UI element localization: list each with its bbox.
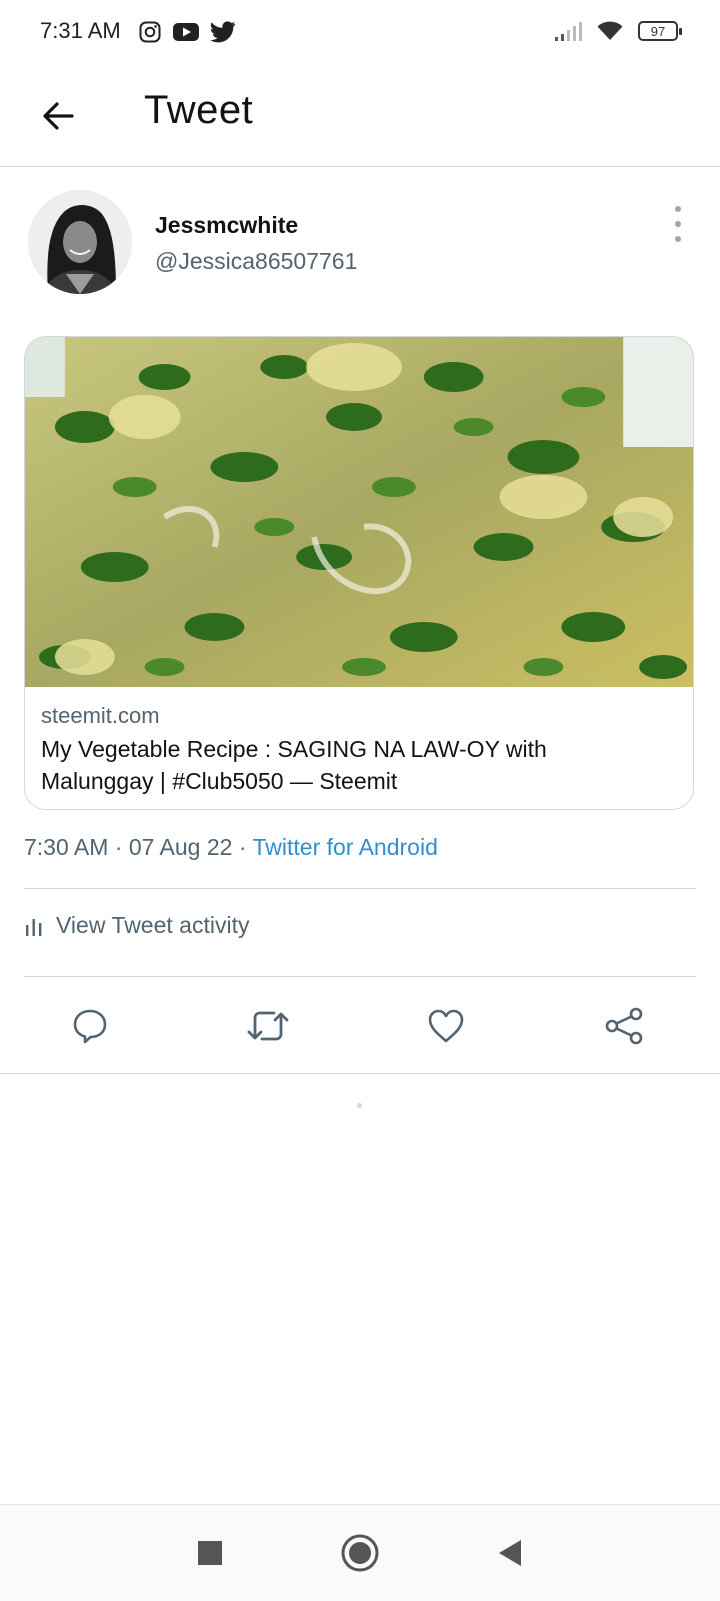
retweet-button[interactable] [242, 1000, 294, 1052]
signal-icon [555, 22, 582, 41]
meta-separator: · [114, 834, 123, 860]
instagram-icon [139, 21, 161, 43]
divider [0, 1073, 720, 1074]
card-domain: steemit.com [41, 703, 160, 728]
more-dot-icon [675, 236, 681, 242]
system-nav-bar [0, 1504, 720, 1601]
reply-button[interactable] [64, 1000, 116, 1052]
more-dot-icon [675, 221, 681, 227]
tweet-source-link[interactable]: Twitter for Android [253, 834, 438, 860]
card-title: My Vegetable Recipe : SAGING NA LAW-OY w… [41, 736, 547, 794]
meta-separator: · [238, 834, 247, 860]
share-icon [605, 1007, 643, 1045]
status-bar: 7:31 AM 97 [0, 0, 720, 68]
tweet-date: 07 Aug 22 [128, 834, 233, 860]
page-title: Tweet [144, 88, 254, 132]
divider [24, 976, 696, 977]
retweet-icon [247, 1011, 289, 1041]
author-handle[interactable]: @Jessica86507761 [155, 248, 357, 275]
more-dot-icon [675, 206, 681, 212]
divider [24, 888, 696, 889]
status-indicators: 97 [554, 20, 682, 42]
card-image [25, 337, 693, 687]
tweet-meta: 7:30 AM · 07 Aug 22 · Twitter for Androi… [24, 834, 438, 861]
view-activity-button[interactable]: View Tweet activity [24, 912, 249, 939]
avatar[interactable] [28, 190, 132, 294]
home-button[interactable] [338, 1531, 382, 1575]
twitter-icon [210, 21, 236, 43]
more-options-button[interactable] [666, 206, 690, 242]
back-nav-button[interactable] [488, 1531, 532, 1575]
youtube-icon [173, 23, 199, 41]
reply-icon [73, 1009, 107, 1044]
status-time: 7:31 AM [40, 18, 121, 43]
tweet-time: 7:30 AM [24, 834, 109, 860]
back-button[interactable] [36, 94, 80, 138]
wifi-icon [597, 21, 623, 40]
app-header: Tweet [0, 70, 720, 167]
view-activity-label: View Tweet activity [56, 912, 250, 938]
status-app-icons [138, 20, 236, 44]
analytics-icon [26, 918, 42, 936]
heart-icon [428, 1009, 464, 1043]
battery-icon: 97 [638, 21, 682, 41]
tweet-actions [0, 1000, 720, 1056]
author-name[interactable]: Jessmcwhite [155, 212, 298, 239]
arrow-left-icon [43, 102, 74, 130]
home-circle-icon [341, 1534, 379, 1572]
battery-level: 97 [650, 23, 666, 39]
triangle-back-icon [499, 1540, 521, 1566]
loading-indicator [357, 1103, 362, 1108]
recents-button[interactable] [188, 1531, 232, 1575]
avatar-photo [28, 190, 132, 294]
link-preview-card[interactable]: steemit.com My Vegetable Recipe : SAGING… [24, 336, 694, 810]
share-button[interactable] [598, 1000, 650, 1052]
like-button[interactable] [420, 1000, 472, 1052]
square-icon [198, 1541, 222, 1565]
